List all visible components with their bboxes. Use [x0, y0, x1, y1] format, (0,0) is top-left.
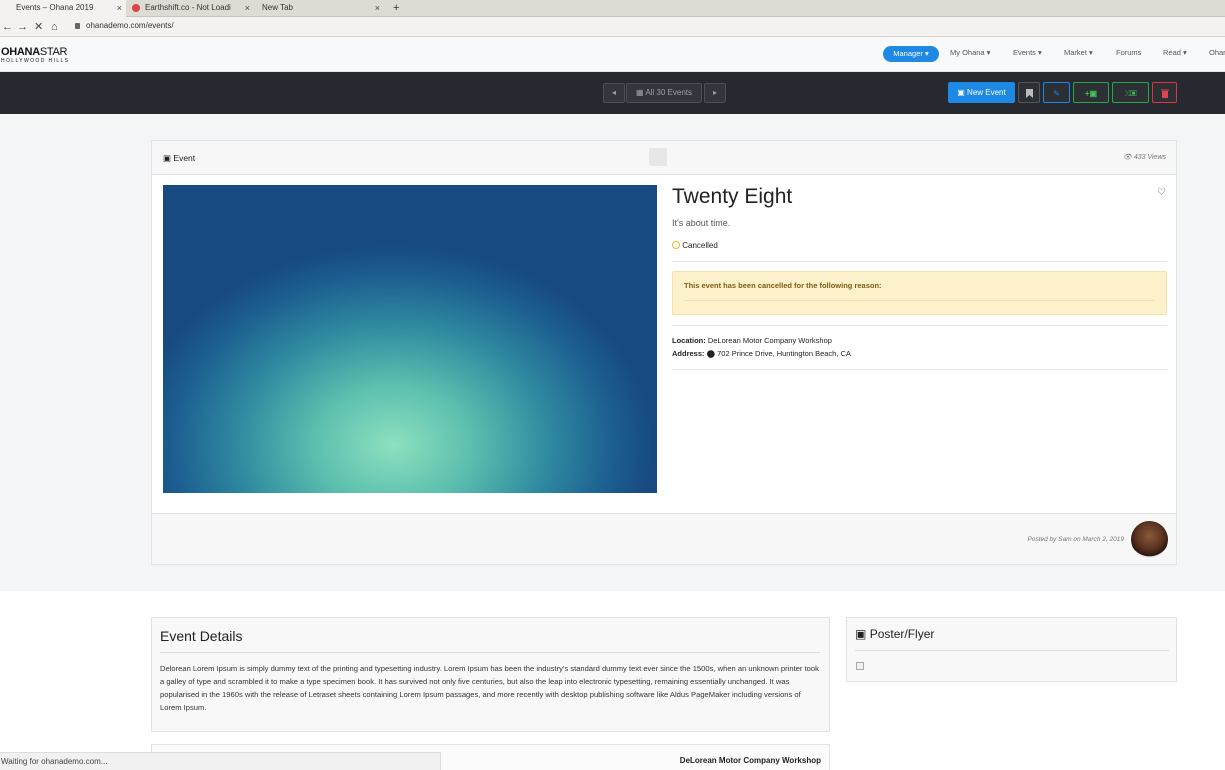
event-hero-image [163, 185, 657, 493]
tab-earthshift[interactable]: Earthshift.co - Not Loadi × [127, 0, 254, 17]
browser-tab-bar: Events – Ohana 2019 × Earthshift.co - No… [0, 0, 1225, 17]
poster-heading-label: Poster/Flyer [869, 627, 935, 641]
new-tab-button[interactable]: + [390, 0, 404, 17]
event-details-heading: Event Details [160, 628, 243, 644]
event-details-card: Event Details Delorean Lorem Ipsum is si… [151, 617, 830, 732]
stop-icon[interactable]: ✕ [34, 19, 43, 35]
previous-event-button[interactable]: ◂ [603, 83, 625, 103]
location-card-title: DeLorean Motor Company Workshop [679, 756, 821, 765]
cancellation-message: This event has been cancelled for the fo… [684, 281, 882, 290]
add-photo-button[interactable]: +▣ [1073, 82, 1109, 103]
site-logo[interactable]: OHANASTAR HOLLYWOOD HILLS [1, 47, 70, 66]
tab-title: Earthshift.co - Not Loadi [145, 3, 231, 12]
camera-icon: ▣ [855, 627, 867, 641]
event-header: ▣ Event [163, 153, 195, 164]
nav-events[interactable]: Events ▾ [1013, 48, 1042, 57]
tab-events[interactable]: Events – Ohana 2019 × [0, 0, 126, 17]
cancellation-alert: This event has been cancelled for the fo… [672, 271, 1167, 315]
tab-new-tab[interactable]: New Tab × [256, 0, 384, 17]
logo-subtitle: HOLLYWOOD HILLS [1, 58, 70, 64]
bookmark-icon [1025, 89, 1033, 98]
divider [672, 325, 1167, 326]
event-header-label: Event [173, 153, 196, 163]
address-value[interactable]: 702 Prince Drive, Huntington Beach, CA [717, 349, 851, 358]
forward-icon[interactable]: → [17, 19, 28, 35]
trash-icon [1160, 89, 1169, 98]
ban-icon [672, 241, 680, 249]
poster-card: ▣ Poster/Flyer [846, 617, 1177, 682]
url-input[interactable]: ohanademo.com/events/ [86, 21, 174, 30]
event-address: Address: ⬤ 702 Prince Drive, Huntington … [672, 349, 851, 358]
next-event-button[interactable]: ▸ [704, 83, 726, 103]
location-value: DeLorean Motor Company Workshop [707, 336, 832, 345]
event-card: ▣ Event 👁 433 Views Twenty Eight ♡ It's … [151, 140, 1177, 565]
back-icon[interactable]: ← [2, 19, 13, 35]
event-card-header: ▣ Event 👁 433 Views [152, 141, 1176, 175]
manager-menu-button[interactable]: Manager ▾ [883, 46, 939, 62]
random-photo-button[interactable]: ⤨▣ [1112, 82, 1149, 103]
divider [672, 261, 1167, 262]
divider [855, 650, 1169, 651]
author-avatar[interactable] [1131, 521, 1168, 558]
eye-icon: 👁 [1122, 154, 1132, 161]
camera-icon: ▣ [1130, 89, 1137, 98]
nav-read[interactable]: Read ▾ [1163, 48, 1187, 57]
browser-toolbar: ← → ✕ ⌂ ohanademo.com/events/ [0, 17, 1225, 37]
home-icon[interactable]: ⌂ [51, 19, 58, 35]
poster-heading: ▣ Poster/Flyer [855, 627, 934, 641]
favicon-icon [132, 4, 140, 12]
nav-forums[interactable]: Forums [1116, 48, 1141, 57]
edit-event-button[interactable]: ✎ [1043, 82, 1070, 103]
calendar-plus-icon: ▣ [957, 88, 965, 97]
nav-my-ohana[interactable]: My Ohana ▾ [950, 48, 990, 57]
broken-image-icon [856, 662, 864, 670]
bookmark-button[interactable] [1018, 82, 1040, 103]
close-tab-icon[interactable]: × [245, 0, 250, 16]
calendar-icon: ▣ [163, 153, 172, 163]
location-label: Location: [672, 336, 706, 345]
map-marker-icon: ⬤ [706, 349, 716, 358]
divider [160, 652, 820, 653]
calendar-watermark-icon [649, 148, 667, 166]
views-label: 433 Views [1133, 154, 1166, 161]
all-events-button[interactable]: ▦ All 30 Events [626, 83, 702, 103]
camera-icon: ▣ [1089, 89, 1098, 98]
event-toolbar: ◂ ▦ All 30 Events ▸ ▣ New Event ✎ +▣ ⤨▣ [0, 72, 1225, 114]
views-count: 👁 433 Views [1123, 153, 1166, 161]
new-event-label: New Event [967, 88, 1006, 97]
event-location: Location: DeLorean Motor Company Worksho… [672, 336, 832, 345]
posted-by: Posted by Sam on March 2, 2019 [1027, 536, 1124, 543]
nav-ohana[interactable]: Ohar [1209, 48, 1225, 57]
event-tagline: It's about time. [672, 218, 731, 228]
tab-title: Events – Ohana 2019 [16, 3, 94, 12]
all-events-label: All 30 Events [645, 88, 693, 97]
tab-title: New Tab [262, 3, 293, 12]
lock-icon [75, 23, 80, 29]
status-label: Cancelled [682, 241, 718, 250]
close-tab-icon[interactable]: × [375, 0, 380, 16]
event-title: Twenty Eight [672, 185, 793, 208]
calendar-icon: ▦ [635, 88, 644, 97]
divider [672, 369, 1167, 370]
edit-icon: ✎ [1053, 89, 1060, 98]
nav-market[interactable]: Market ▾ [1064, 48, 1093, 57]
close-tab-icon[interactable]: × [117, 0, 122, 16]
delete-event-button[interactable] [1152, 82, 1177, 103]
alert-divider [684, 300, 1154, 301]
browser-status-bar: Waiting for ohanademo.com... [0, 752, 441, 770]
event-details-body: Delorean Lorem Ipsum is simply dummy tex… [160, 664, 819, 712]
event-card-footer: Posted by Sam on March 2, 2019 [152, 513, 1176, 564]
status-badge: Cancelled [672, 241, 718, 250]
address-label: Address: [672, 349, 705, 358]
new-event-button[interactable]: ▣ New Event [948, 82, 1015, 103]
heart-icon[interactable]: ♡ [1157, 187, 1166, 198]
site-navbar: OHANASTAR HOLLYWOOD HILLS Manager ▾ My O… [0, 37, 1225, 72]
